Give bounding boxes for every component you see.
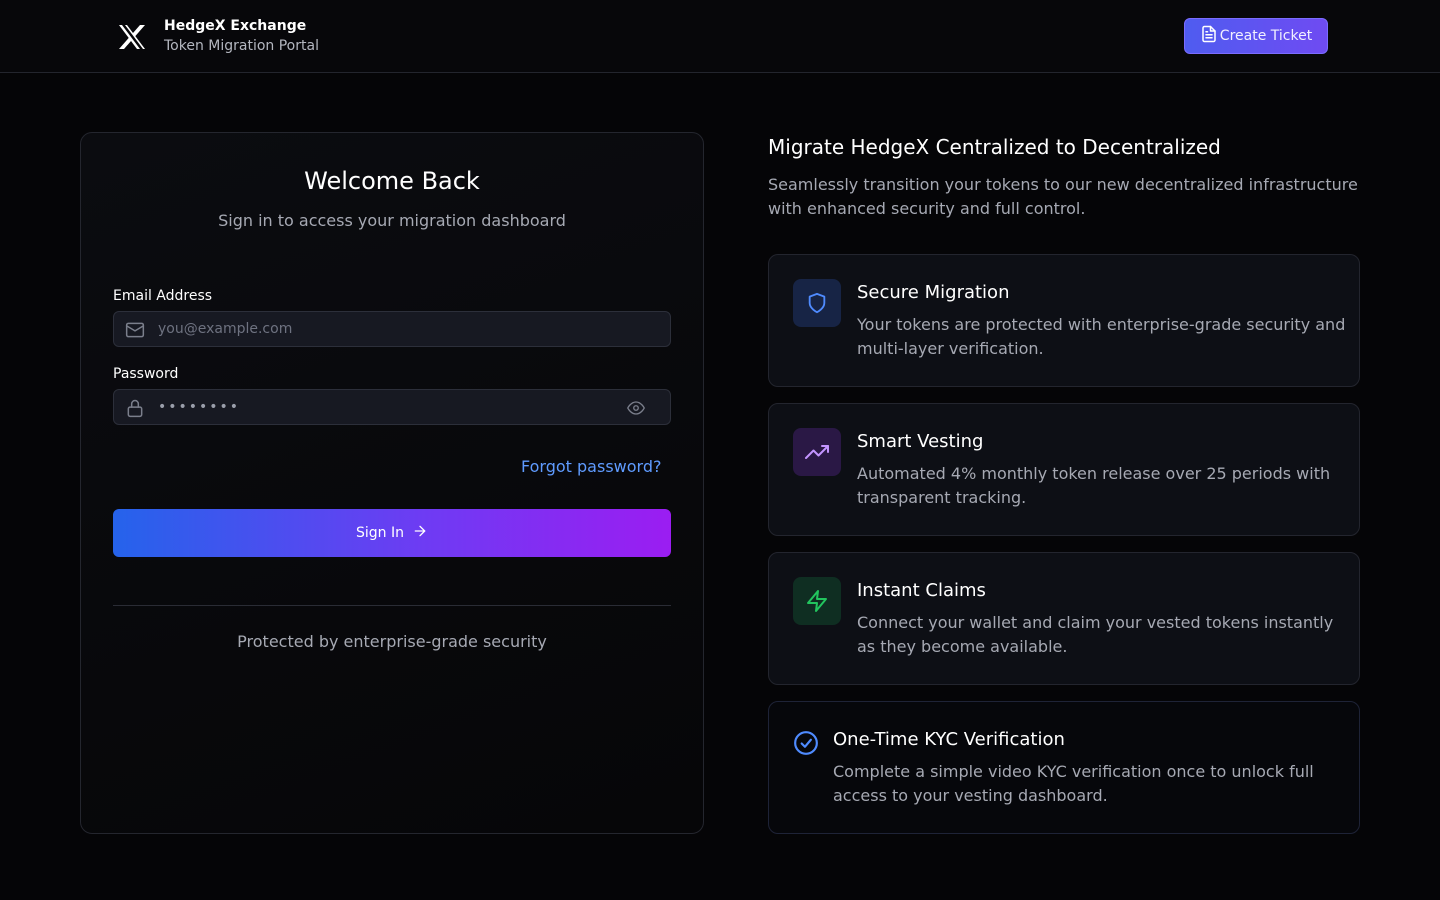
- feature-description: Complete a simple video KYC verification…: [833, 762, 1314, 805]
- feature-title: Instant Claims: [857, 580, 986, 601]
- login-subtitle: Sign in to access your migration dashboa…: [218, 211, 566, 230]
- zap-icon: [793, 577, 841, 625]
- feature-card-secure-migration: Secure Migration Your tokens are protect…: [768, 254, 1360, 387]
- feature-title: One-Time KYC Verification: [833, 729, 1065, 750]
- login-card: Welcome Back Sign in to access your migr…: [80, 132, 704, 834]
- email-field[interactable]: [158, 312, 618, 346]
- brand-name: HedgeX Exchange: [164, 18, 307, 34]
- sign-in-button[interactable]: Sign In: [113, 509, 671, 557]
- file-text-icon: [1200, 25, 1220, 47]
- feature-description: Automated 4% monthly token release over …: [857, 464, 1331, 507]
- security-note: Protected by enterprise-grade security: [237, 632, 547, 651]
- brand[interactable]: HedgeX Exchange Token Migration Portal: [116, 17, 319, 57]
- email-label: Email Address: [113, 288, 213, 304]
- trending-up-icon: [793, 428, 841, 476]
- password-field-wrapper: [113, 389, 671, 425]
- feature-card-kyc: One-Time KYC Verification Complete a sim…: [768, 701, 1360, 834]
- check-circle-icon: [793, 730, 819, 760]
- login-title: Welcome Back: [304, 167, 480, 195]
- create-ticket-label: Create Ticket: [1219, 28, 1313, 44]
- migration-title: Migrate HedgeX Centralized to Decentrali…: [768, 135, 1221, 159]
- password-label: Password: [113, 366, 179, 382]
- arrow-right-icon: [404, 523, 428, 543]
- create-ticket-button[interactable]: Create Ticket: [1184, 18, 1328, 54]
- feature-card-smart-vesting: Smart Vesting Automated 4% monthly token…: [768, 403, 1360, 536]
- email-field-wrapper: [113, 311, 671, 347]
- forgot-password-link[interactable]: Forgot password?: [521, 457, 661, 476]
- feature-description: Your tokens are protected with enterpris…: [857, 315, 1346, 358]
- shield-icon: [793, 279, 841, 327]
- top-header: HedgeX Exchange Token Migration Portal C…: [0, 0, 1440, 73]
- password-field[interactable]: [158, 390, 618, 424]
- eye-icon[interactable]: [626, 399, 646, 421]
- feature-title: Secure Migration: [857, 282, 1010, 303]
- mail-icon: [125, 320, 145, 344]
- sign-in-label: Sign In: [356, 525, 404, 541]
- hedgex-logo-icon: [116, 19, 148, 55]
- feature-description: Connect your wallet and claim your veste…: [857, 613, 1334, 656]
- feature-title: Smart Vesting: [857, 431, 984, 452]
- divider: [113, 605, 671, 606]
- migration-description: Seamlessly transition your tokens to our…: [768, 175, 1358, 218]
- feature-card-instant-claims: Instant Claims Connect your wallet and c…: [768, 552, 1360, 685]
- brand-subtitle: Token Migration Portal: [164, 38, 319, 54]
- lock-icon: [125, 398, 145, 422]
